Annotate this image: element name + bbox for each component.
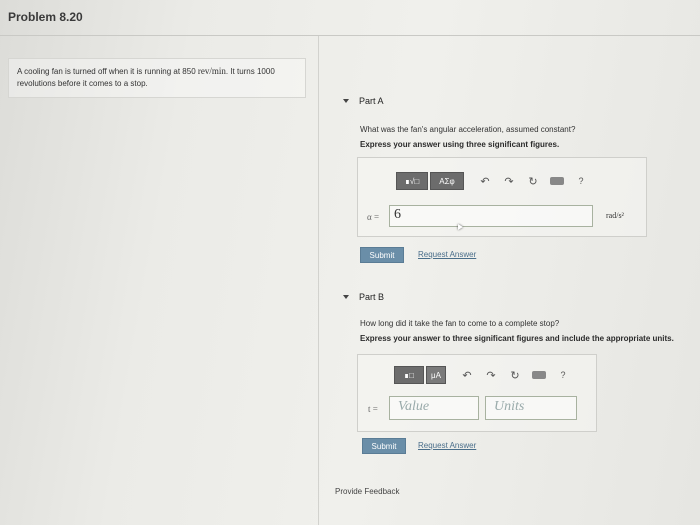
template-button[interactable]: ∎□ [394, 366, 424, 384]
part-b-units-input[interactable]: Units [485, 396, 577, 420]
part-b-toggle[interactable]: Part B [343, 292, 384, 302]
keyboard-icon[interactable] [532, 371, 546, 379]
part-b-instructions: Express your answer to three significant… [360, 334, 674, 343]
reset-icon[interactable]: ↻ [508, 368, 522, 382]
problem-statement: A cooling fan is turned off when it is r… [8, 58, 306, 98]
provide-feedback-link[interactable]: Provide Feedback [335, 487, 399, 496]
mouse-cursor-icon [458, 224, 463, 230]
units-placeholder: Units [494, 399, 525, 414]
redo-icon[interactable]: ↷ [484, 368, 498, 382]
part-a-submit-button[interactable]: Submit [360, 247, 404, 263]
undo-icon[interactable]: ↶ [478, 174, 492, 188]
caret-down-icon [343, 295, 349, 299]
value-placeholder: Value [398, 399, 430, 414]
part-b-submit-button[interactable]: Submit [362, 438, 406, 454]
page-title: Problem 8.20 [8, 10, 83, 24]
part-b-variable: t = [368, 404, 378, 414]
part-a-variable: α = [367, 212, 380, 222]
part-b-question: How long did it take the fan to come to … [360, 319, 560, 328]
greek-symbols-button[interactable]: ΑΣφ [430, 172, 464, 190]
part-a-label: Part A [359, 96, 384, 106]
part-a-toggle[interactable]: Part A [343, 96, 384, 106]
part-b-toolbar: ∎□ μA ↶ ↷ ↻ ? [394, 366, 570, 384]
part-a-request-answer-link[interactable]: Request Answer [418, 250, 476, 259]
top-bar: Problem 8.20 [0, 0, 700, 36]
part-b-value-input[interactable]: Value [389, 396, 479, 420]
caret-down-icon [343, 99, 349, 103]
part-a-instructions: Express your answer using three signific… [360, 140, 560, 149]
help-icon[interactable]: ? [556, 368, 570, 382]
part-b-request-answer-link[interactable]: Request Answer [418, 441, 476, 450]
units-button[interactable]: μA [426, 366, 446, 384]
part-a-question: What was the fan's angular acceleration,… [360, 125, 576, 134]
part-a-toolbar: ∎√□ ΑΣφ ↶ ↷ ↻ ? [396, 172, 588, 190]
redo-icon[interactable]: ↷ [502, 174, 516, 188]
part-a-unit: rad/s² [606, 211, 624, 220]
help-icon[interactable]: ? [574, 174, 588, 188]
column-divider [318, 36, 319, 525]
problem-unit: rev/min [197, 66, 226, 76]
reset-icon[interactable]: ↻ [526, 174, 540, 188]
matrix-template-button[interactable]: ∎√□ [396, 172, 428, 190]
keyboard-icon[interactable] [550, 177, 564, 185]
part-b-label: Part B [359, 292, 385, 302]
problem-text-before: A cooling fan is turned off when it is r… [17, 67, 198, 76]
undo-icon[interactable]: ↶ [460, 368, 474, 382]
part-a-answer-input[interactable]: 6 [389, 205, 593, 227]
